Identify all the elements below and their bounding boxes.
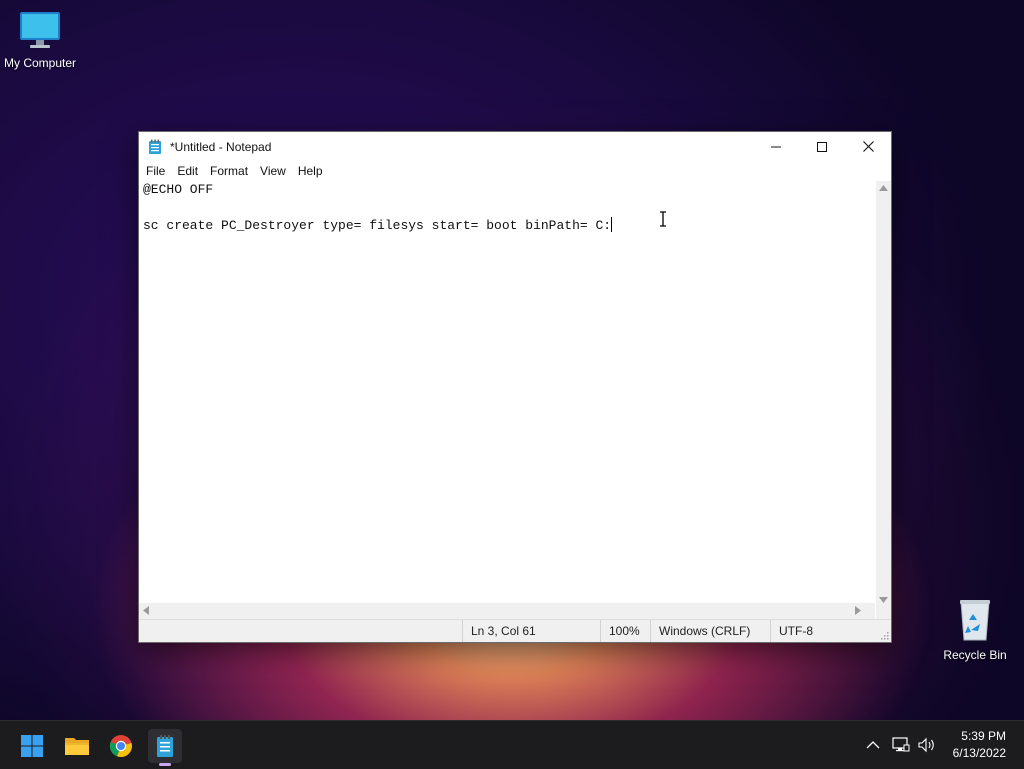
system-tray xyxy=(866,721,936,769)
status-encoding: UTF-8 xyxy=(770,620,880,642)
scroll-right-icon[interactable] xyxy=(855,606,861,615)
chevron-up-icon[interactable] xyxy=(866,740,880,750)
clock-date: 6/13/2022 xyxy=(952,746,1006,760)
notepad-icon xyxy=(157,735,173,757)
editor-line: sc create PC_Destroyer type= filesys sta… xyxy=(139,217,875,235)
ibeam-cursor-icon xyxy=(660,211,666,227)
start-icon xyxy=(21,735,43,757)
menu-file[interactable]: File xyxy=(140,164,171,178)
desktop-icon-recycle-bin[interactable]: Recycle Bin xyxy=(935,598,1015,662)
chrome-icon xyxy=(109,735,132,758)
monitor-icon xyxy=(20,12,60,48)
close-button[interactable] xyxy=(845,132,891,161)
minimize-icon xyxy=(771,146,781,147)
horizontal-scrollbar[interactable] xyxy=(139,603,875,619)
window-title: *Untitled - Notepad xyxy=(170,139,272,154)
volume-icon[interactable] xyxy=(918,737,936,753)
menu-format[interactable]: Format xyxy=(204,164,254,178)
vertical-scrollbar[interactable] xyxy=(876,181,891,603)
title-bar[interactable]: *Untitled - Notepad xyxy=(139,132,891,161)
close-icon xyxy=(862,141,874,152)
maximize-button[interactable] xyxy=(799,132,845,161)
start-button[interactable] xyxy=(15,729,49,763)
desktop-icon-label: Recycle Bin xyxy=(943,648,1007,662)
file-explorer-icon xyxy=(65,738,89,755)
resize-grip-icon[interactable] xyxy=(879,630,889,640)
maximize-icon xyxy=(817,141,827,152)
minimize-button[interactable] xyxy=(753,132,799,161)
scrollbar-corner xyxy=(876,603,891,619)
desktop-icon-my-computer[interactable]: My Computer xyxy=(0,10,80,70)
notepad-window: *Untitled - Notepad File Edit Format Vie… xyxy=(138,131,892,643)
status-line-ending: Windows (CRLF) xyxy=(650,620,770,642)
recycle-bin-icon xyxy=(960,600,990,641)
menu-help[interactable]: Help xyxy=(292,164,329,178)
menu-edit[interactable]: Edit xyxy=(171,164,204,178)
taskbar-notepad[interactable] xyxy=(148,729,182,766)
scroll-up-icon[interactable] xyxy=(879,185,888,191)
menu-bar: File Edit Format View Help xyxy=(139,161,891,181)
taskbar-clock[interactable]: 5:39 PM 6/13/2022 xyxy=(953,728,1006,762)
menu-view[interactable]: View xyxy=(254,164,292,178)
status-cursor-position: Ln 3, Col 61 xyxy=(462,620,600,642)
taskbar: 5:39 PM 6/13/2022 xyxy=(0,720,1024,769)
editor-line: @ECHO OFF xyxy=(143,182,214,197)
taskbar-file-explorer[interactable] xyxy=(60,729,94,763)
editor-line-text: sc create PC_Destroyer type= filesys sta… xyxy=(143,218,612,233)
text-editor[interactable]: @ECHO OFF sc create PC_Destroyer type= f… xyxy=(139,181,875,603)
taskbar-chrome[interactable] xyxy=(104,729,138,763)
status-zoom: 100% xyxy=(600,620,650,642)
clock-time: 5:39 PM xyxy=(961,729,1006,743)
notepad-icon xyxy=(149,139,161,154)
desktop-icon-label: My Computer xyxy=(3,56,77,70)
network-icon[interactable] xyxy=(892,737,910,753)
status-bar: Ln 3, Col 61 100% Windows (CRLF) UTF-8 xyxy=(139,619,891,642)
scroll-left-icon[interactable] xyxy=(143,606,149,615)
text-caret xyxy=(611,217,613,232)
